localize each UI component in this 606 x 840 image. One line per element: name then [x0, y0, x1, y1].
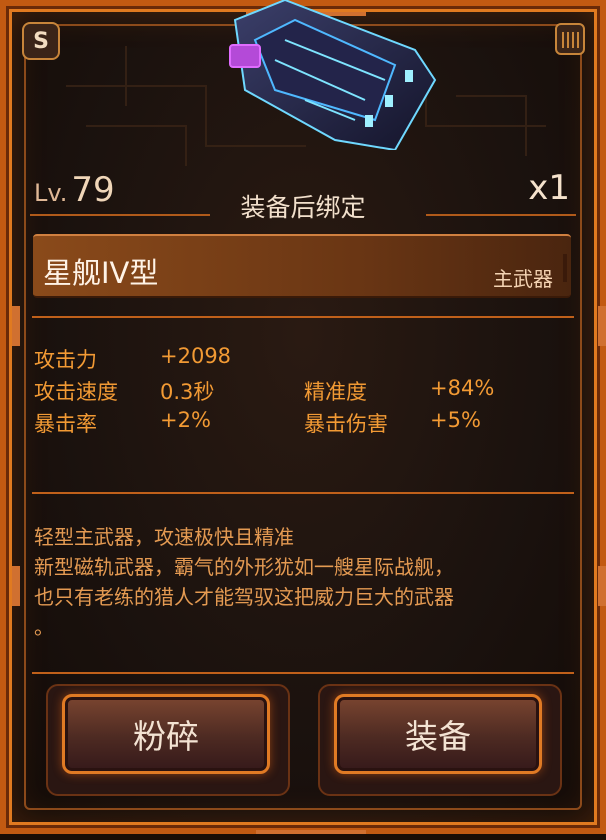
divider	[32, 492, 574, 494]
equip-button[interactable]: 装备	[334, 694, 542, 774]
rank-badge: S	[22, 22, 60, 60]
bind-status: 装备后绑定	[240, 193, 366, 222]
stat-value-crit-rate: +2%	[160, 408, 211, 432]
description-line: 。	[34, 615, 54, 639]
item-description: 轻型主武器，攻速极快且精准 新型磁轨武器，霸气的外形犹如一艘星际战舰， 也只有老…	[34, 522, 574, 642]
stat-label-speed: 攻击速度	[34, 380, 118, 404]
stat-value-speed: 0.3秒	[160, 380, 215, 404]
stat-label-crit-damage: 暴击伤害	[304, 412, 388, 436]
item-name-bar: 星舰IV型 主武器	[33, 234, 571, 298]
description-line: 轻型主武器，攻速极快且精准	[34, 525, 294, 549]
grip-icon	[555, 23, 585, 55]
divider	[32, 672, 574, 674]
stat-value-crit-damage: +5%	[430, 408, 481, 432]
item-type: 主武器	[493, 267, 553, 291]
stat-value-accuracy: +84%	[430, 376, 495, 400]
divider	[563, 254, 567, 282]
description-line: 新型磁轨武器，霸气的外形犹如一艘星际战舰，	[34, 555, 454, 579]
stat-label-accuracy: 精准度	[304, 380, 367, 404]
stat-label-attack: 攻击力	[34, 348, 97, 372]
description-line: 也只有老练的猎人才能驾驭这把威力巨大的武器	[34, 585, 454, 609]
divider	[32, 316, 574, 318]
item-name: 星舰IV型	[43, 256, 159, 290]
dismantle-button[interactable]: 粉碎	[62, 694, 270, 774]
stat-label-crit-rate: 暴击率	[34, 412, 97, 436]
stat-value-attack: +2098	[160, 344, 232, 368]
weapon-icon	[229, 0, 437, 150]
